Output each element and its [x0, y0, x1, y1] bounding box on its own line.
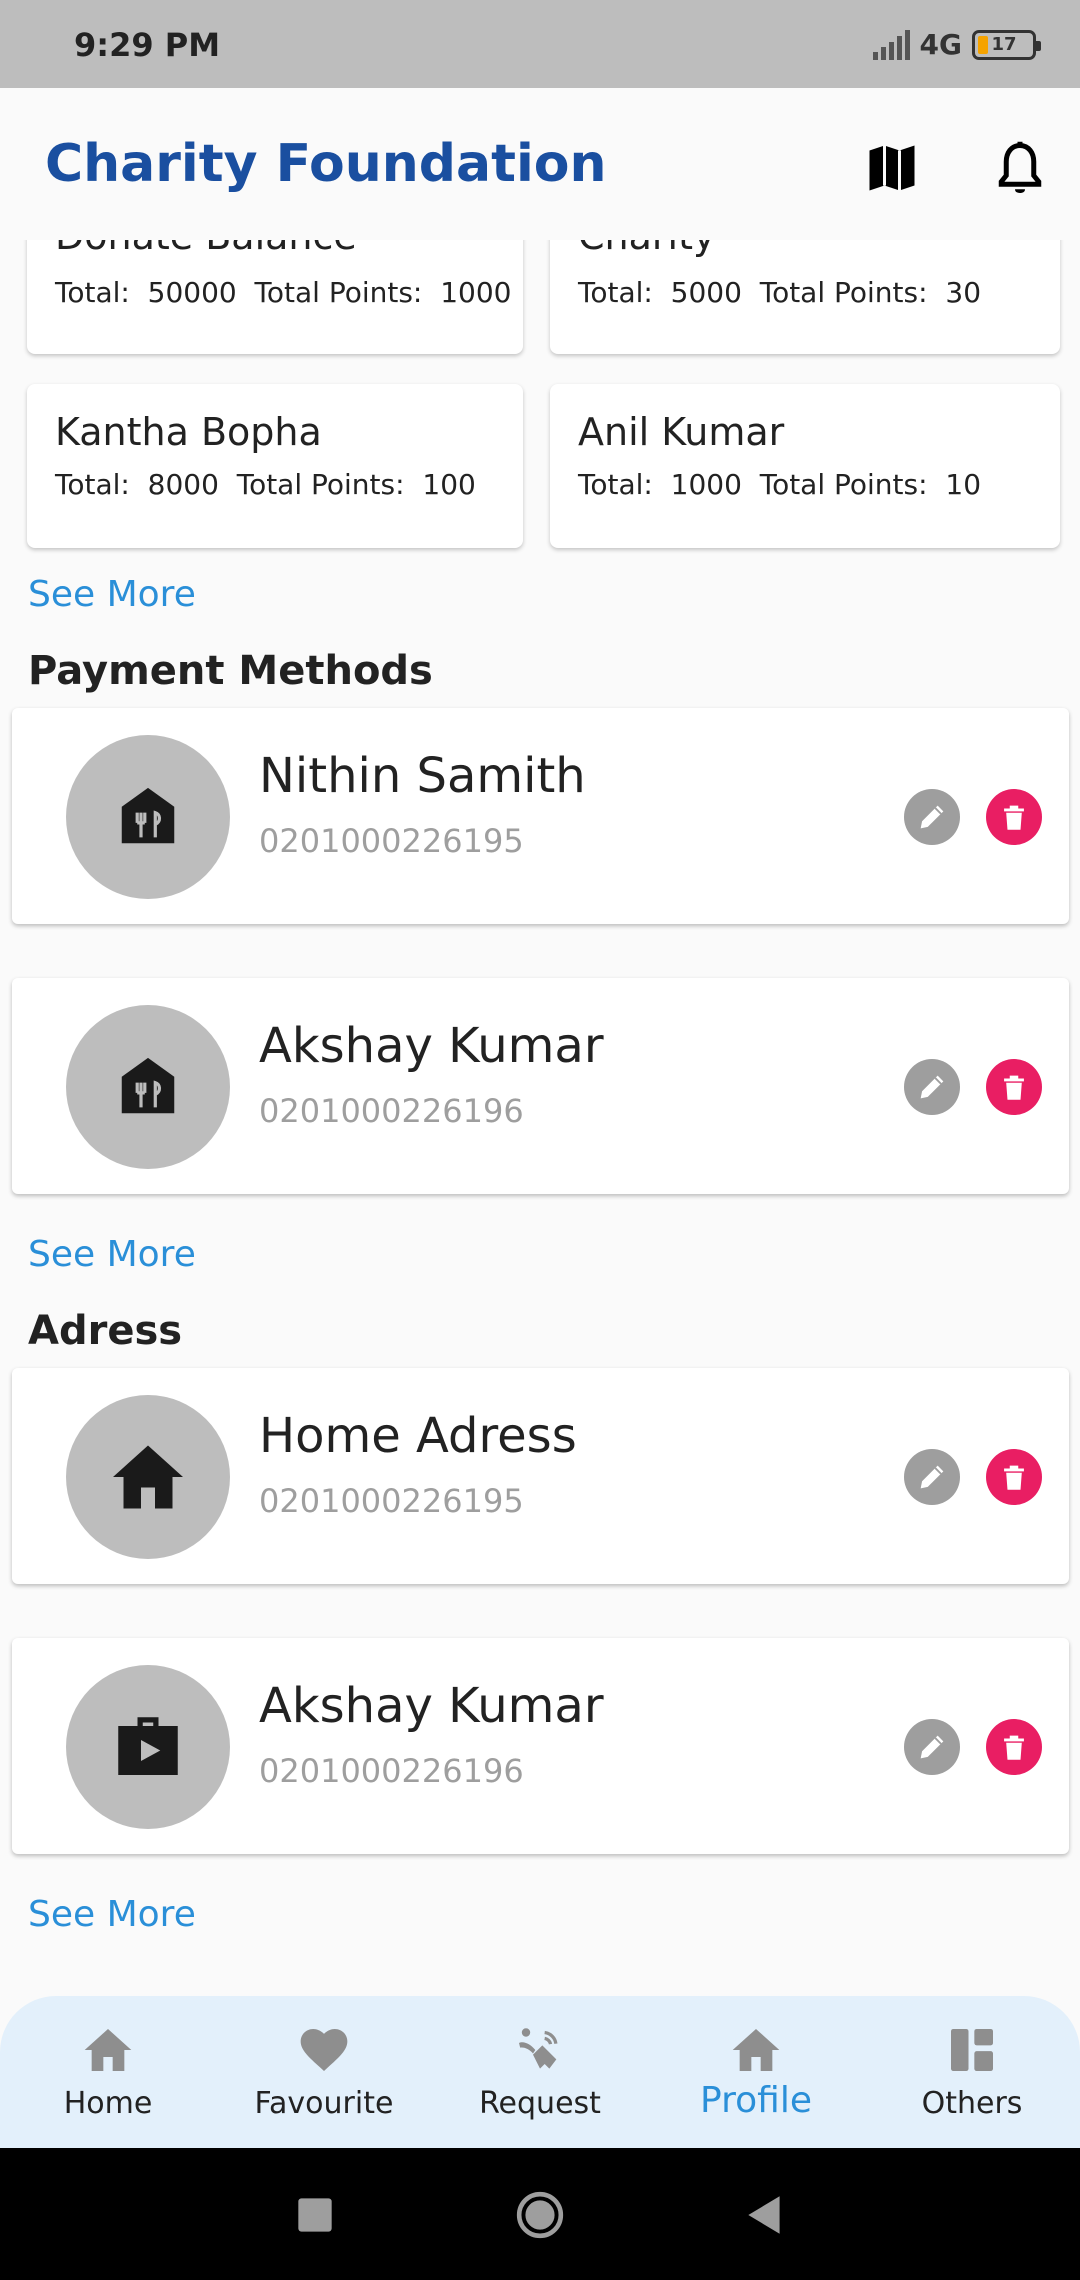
summary-card[interactable]: Donate Balance Total: 50000 Total Points… [27, 240, 523, 354]
summary-name: Charity [578, 240, 715, 258]
status-bar: 9:29 PM 4G 17 [0, 0, 1080, 88]
map-icon[interactable] [862, 138, 922, 198]
see-more-link[interactable]: See More [28, 1234, 196, 1275]
payment-method-card[interactable]: Nithin Samith 0201000226195 [12, 708, 1069, 924]
home-icon [113, 1445, 183, 1509]
back-icon[interactable] [740, 2190, 790, 2240]
content-scroll[interactable]: Donate Balance Total: 50000 Total Points… [0, 240, 1080, 1996]
section-title-payment: Payment Methods [28, 648, 433, 694]
edit-button[interactable] [904, 1059, 960, 1115]
summary-card[interactable]: Charity Total: 5000 Total Points: 30 [550, 240, 1060, 354]
pencil-icon [920, 1735, 944, 1759]
avatar [66, 735, 230, 899]
address-name: Akshay Kumar [259, 1678, 604, 1734]
payment-method-name: Nithin Samith [259, 748, 586, 804]
home-icon [84, 2029, 132, 2071]
nav-label: Home [63, 2086, 153, 2121]
battery-icon: 17 [972, 29, 1041, 60]
summary-name: Anil Kumar [578, 410, 785, 454]
see-more-link[interactable]: See More [28, 1894, 196, 1935]
edit-button[interactable] [904, 789, 960, 845]
request-icon [519, 2028, 558, 2069]
delete-button[interactable] [986, 1719, 1042, 1775]
delete-button[interactable] [986, 1059, 1042, 1115]
heart-icon [300, 2029, 348, 2071]
nav-home[interactable]: Home [0, 1996, 216, 2148]
summary-stats: Total: 5000 Total Points: 30 [578, 276, 982, 309]
see-more-link[interactable]: See More [28, 574, 196, 615]
trash-icon [1004, 1465, 1024, 1490]
status-indicators: 4G 17 [872, 28, 1041, 61]
restaurant-icon [121, 1057, 175, 1114]
work-icon [118, 1717, 178, 1775]
pencil-icon [920, 805, 944, 829]
bottom-nav: Home Favourite Request Profile Others [0, 1996, 1080, 2148]
address-card[interactable]: Akshay Kumar 0201000226196 [12, 1638, 1069, 1854]
recent-apps-icon[interactable] [290, 2190, 340, 2240]
payment-method-card[interactable]: Akshay Kumar 0201000226196 [12, 978, 1069, 1194]
home-icon [732, 2029, 780, 2071]
trash-icon [1004, 1735, 1024, 1760]
dashboard-icon [951, 2029, 993, 2071]
trash-icon [1004, 805, 1024, 830]
summary-name: Kantha Bopha [55, 410, 322, 454]
nav-label: Profile [700, 2080, 812, 2121]
payment-method-name: Akshay Kumar [259, 1018, 604, 1074]
address-number: 0201000226195 [259, 1482, 524, 1520]
avatar [66, 1395, 230, 1559]
bell-icon[interactable] [990, 138, 1050, 198]
trash-icon [1004, 1075, 1024, 1100]
delete-button[interactable] [986, 789, 1042, 845]
summary-stats: Total: 50000 Total Points: 1000 [55, 276, 512, 309]
avatar [66, 1665, 230, 1829]
restaurant-icon [121, 787, 175, 844]
edit-button[interactable] [904, 1449, 960, 1505]
summary-card[interactable]: Kantha Bopha Total: 8000 Total Points: 1… [27, 384, 523, 548]
nav-request[interactable]: Request [432, 1996, 648, 2148]
summary-card[interactable]: Anil Kumar Total: 1000 Total Points: 10 [550, 384, 1060, 548]
network-type: 4G [919, 28, 962, 61]
nav-others[interactable]: Others [864, 1996, 1080, 2148]
delete-button[interactable] [986, 1449, 1042, 1505]
section-title-address: Adress [28, 1308, 183, 1354]
edit-button[interactable] [904, 1719, 960, 1775]
nav-label: Favourite [254, 2086, 394, 2121]
nav-favourite[interactable]: Favourite [216, 1996, 432, 2148]
status-time: 9:29 PM [74, 26, 221, 64]
app-title: Charity Foundation [45, 134, 607, 194]
pencil-icon [920, 1075, 944, 1099]
battery-level: 17 [991, 34, 1017, 55]
summary-stats: Total: 8000 Total Points: 100 [55, 468, 476, 501]
payment-method-number: 0201000226196 [259, 1092, 524, 1130]
nav-label: Request [479, 2086, 601, 2121]
payment-method-number: 0201000226195 [259, 822, 524, 860]
avatar [66, 1005, 230, 1169]
nav-label: Others [921, 2086, 1023, 2121]
address-number: 0201000226196 [259, 1752, 524, 1790]
system-nav-bar [0, 2148, 1080, 2280]
address-name: Home Adress [259, 1408, 577, 1464]
nav-profile[interactable]: Profile [648, 1996, 864, 2148]
home-button-icon[interactable] [515, 2190, 565, 2240]
pencil-icon [920, 1465, 944, 1489]
address-card[interactable]: Home Adress 0201000226195 [12, 1368, 1069, 1584]
signal-icon [872, 29, 910, 60]
summary-stats: Total: 1000 Total Points: 10 [578, 468, 982, 501]
app-bar: Charity Foundation [0, 88, 1080, 240]
summary-name: Donate Balance [55, 240, 357, 258]
